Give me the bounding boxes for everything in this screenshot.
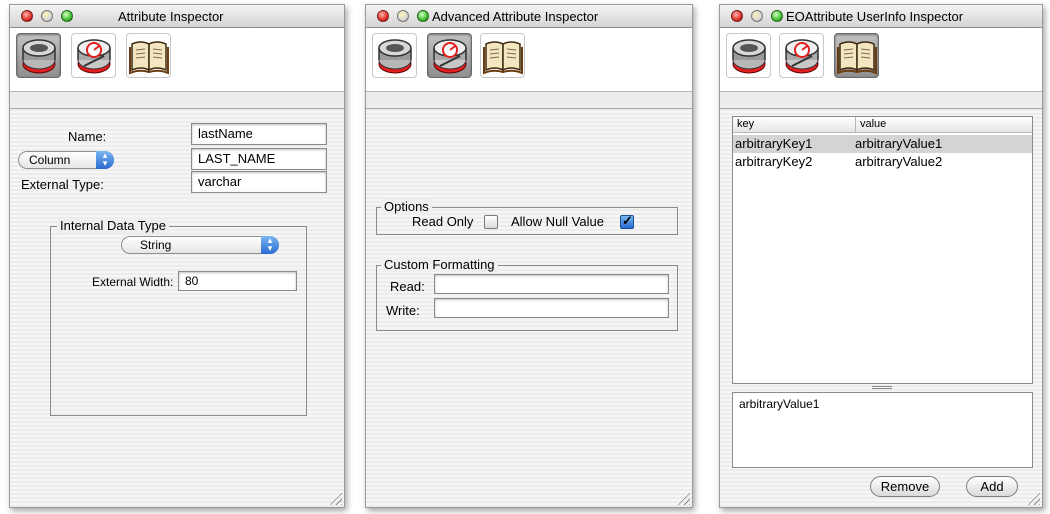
attribute-inspector-window: Attribute Inspector Name: lastName Colum… [9,4,345,508]
close-button[interactable] [377,10,389,22]
internal-type-popup[interactable]: String ▴ ▾ [121,236,279,254]
attribute-inspector-tab[interactable] [16,33,61,78]
read-only-label: Read Only [412,214,474,229]
split-view-divider[interactable] [732,384,1033,392]
external-type-label: External Type: [21,177,104,192]
zoom-button[interactable] [417,10,429,22]
window-title: Attribute Inspector [118,9,224,24]
inspector-toolbar [10,28,344,92]
value-column-header[interactable]: value [855,117,886,132]
row-key: arbitraryKey2 [735,154,813,169]
toolbar-separator [720,92,1042,109]
attribute-inspector-icon [732,39,766,74]
key-column-header[interactable]: key [737,117,754,132]
detail-text: arbitraryValue1 [739,397,820,411]
zoom-button[interactable] [61,10,73,22]
minimize-button[interactable] [751,10,763,22]
value-detail-textview[interactable]: arbitraryValue1 [732,392,1033,468]
window-title: EOAttribute UserInfo Inspector [786,9,964,24]
internal-data-type-label: Internal Data Type [57,218,169,233]
popup-arrows-icon: ▴ ▾ [261,236,279,254]
column-field[interactable]: LAST_NAME [191,148,327,170]
userinfo-inspector-tab[interactable] [834,33,879,78]
row-value: arbitraryValue2 [855,154,943,169]
read-field[interactable] [434,274,669,294]
external-width-label: External Width: [92,275,174,289]
title-bar[interactable]: Advanced Attribute Inspector [366,5,692,28]
inspector-toolbar [720,28,1042,92]
minimize-button[interactable] [41,10,53,22]
title-bar[interactable]: Attribute Inspector [10,5,344,28]
table-row[interactable]: arbitraryKey2 arbitraryValue2 [733,153,1032,171]
table-header: key value [733,117,1032,133]
remove-button[interactable]: Remove [870,476,940,497]
internal-type-popup-label: String [140,238,172,252]
close-button[interactable] [731,10,743,22]
resize-grip[interactable] [1026,491,1040,505]
toolbar-separator [366,92,692,109]
advanced-attribute-inspector-window: Advanced Attribute Inspector Options Rea… [365,4,693,508]
name-label: Name: [68,129,107,144]
add-button[interactable]: Add [966,476,1018,497]
popup-arrows-icon: ▴ ▾ [96,151,114,169]
attribute-inspector-icon [378,39,412,74]
internal-data-type-group: Internal Data Type String ▴ ▾ External Wi… [50,218,307,416]
userinfo-inspector-window: EOAttribute UserInfo Inspector key value… [719,4,1043,508]
custom-formatting-group: Custom Formatting Read: Write: [376,257,678,331]
userinfo-book-icon [129,41,169,74]
userinfo-book-icon [837,41,877,74]
allow-null-label: Allow Null Value [511,214,604,229]
row-key: arbitraryKey1 [735,136,813,151]
userinfo-inspector-tab[interactable] [480,33,525,78]
external-width-field[interactable]: 80 [178,271,297,291]
attribute-inspector-tab[interactable] [372,33,417,78]
window-title: Advanced Attribute Inspector [432,9,599,24]
advanced-inspector-tab[interactable] [71,33,116,78]
advanced-inspector-icon [785,39,819,74]
read-only-checkbox[interactable] [484,215,498,229]
userinfo-table[interactable]: key value arbitraryKey1 arbitraryValue1 … [732,116,1033,384]
write-field[interactable] [434,298,669,318]
advanced-inspector-icon [77,39,111,74]
title-bar[interactable]: EOAttribute UserInfo Inspector [720,5,1042,28]
userinfo-book-icon [483,41,523,74]
options-group-label: Options [381,199,432,214]
write-label: Write: [386,303,420,318]
zoom-button[interactable] [771,10,783,22]
column-popup[interactable]: Column ▴ ▾ [18,151,114,169]
column-popup-label: Column [29,153,71,167]
advanced-inspector-icon [433,39,467,74]
resize-grip[interactable] [676,491,690,505]
attribute-inspector-icon [22,39,56,74]
name-field[interactable]: lastName [191,123,327,145]
toolbar-separator [10,92,344,109]
options-group: Options Read Only Allow Null Value [376,199,678,235]
read-label: Read: [390,279,425,294]
attribute-inspector-tab[interactable] [726,33,771,78]
table-row[interactable]: arbitraryKey1 arbitraryValue1 [733,135,1032,153]
external-type-field[interactable]: varchar [191,171,327,193]
userinfo-inspector-tab[interactable] [126,33,171,78]
resize-grip[interactable] [328,491,342,505]
inspector-toolbar [366,28,692,92]
advanced-inspector-tab[interactable] [427,33,472,78]
custom-formatting-label: Custom Formatting [381,257,498,272]
advanced-inspector-tab[interactable] [779,33,824,78]
allow-null-checkbox[interactable] [620,213,634,229]
minimize-button[interactable] [397,10,409,22]
close-button[interactable] [21,10,33,22]
row-value: arbitraryValue1 [855,136,943,151]
